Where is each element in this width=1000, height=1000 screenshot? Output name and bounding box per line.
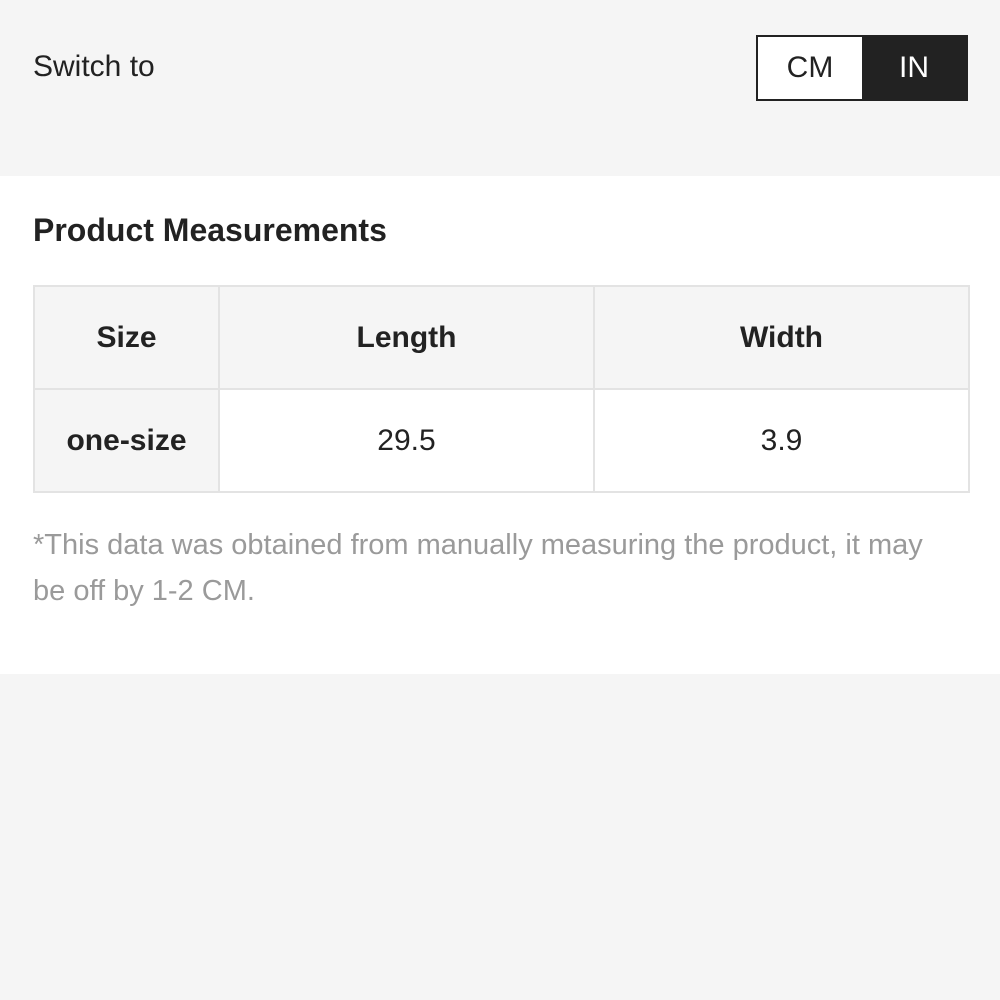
switch-label: Switch to bbox=[33, 50, 155, 83]
measurements-table: Size Length Width one-size 29.5 3.9 bbox=[33, 285, 970, 493]
cm-toggle-button[interactable]: CM bbox=[758, 37, 862, 99]
length-cell: 29.5 bbox=[218, 388, 595, 493]
column-header-length: Length bbox=[218, 285, 595, 390]
unit-toggle: CM IN bbox=[756, 35, 968, 101]
column-header-width: Width bbox=[593, 285, 970, 390]
column-header-size: Size bbox=[33, 285, 220, 390]
size-cell: one-size bbox=[33, 388, 220, 493]
measurement-disclaimer: *This data was obtained from manually me… bbox=[33, 529, 923, 607]
measurements-panel: Product Measurements Size Length Width o… bbox=[0, 176, 1000, 674]
unit-switcher-bar: Switch to CM IN bbox=[0, 0, 1000, 176]
panel-title: Product Measurements bbox=[33, 212, 387, 248]
table-row: one-size 29.5 3.9 bbox=[33, 388, 970, 493]
width-cell: 3.9 bbox=[593, 388, 970, 493]
in-toggle-button[interactable]: IN bbox=[862, 37, 966, 99]
table-header-row: Size Length Width bbox=[33, 285, 970, 390]
